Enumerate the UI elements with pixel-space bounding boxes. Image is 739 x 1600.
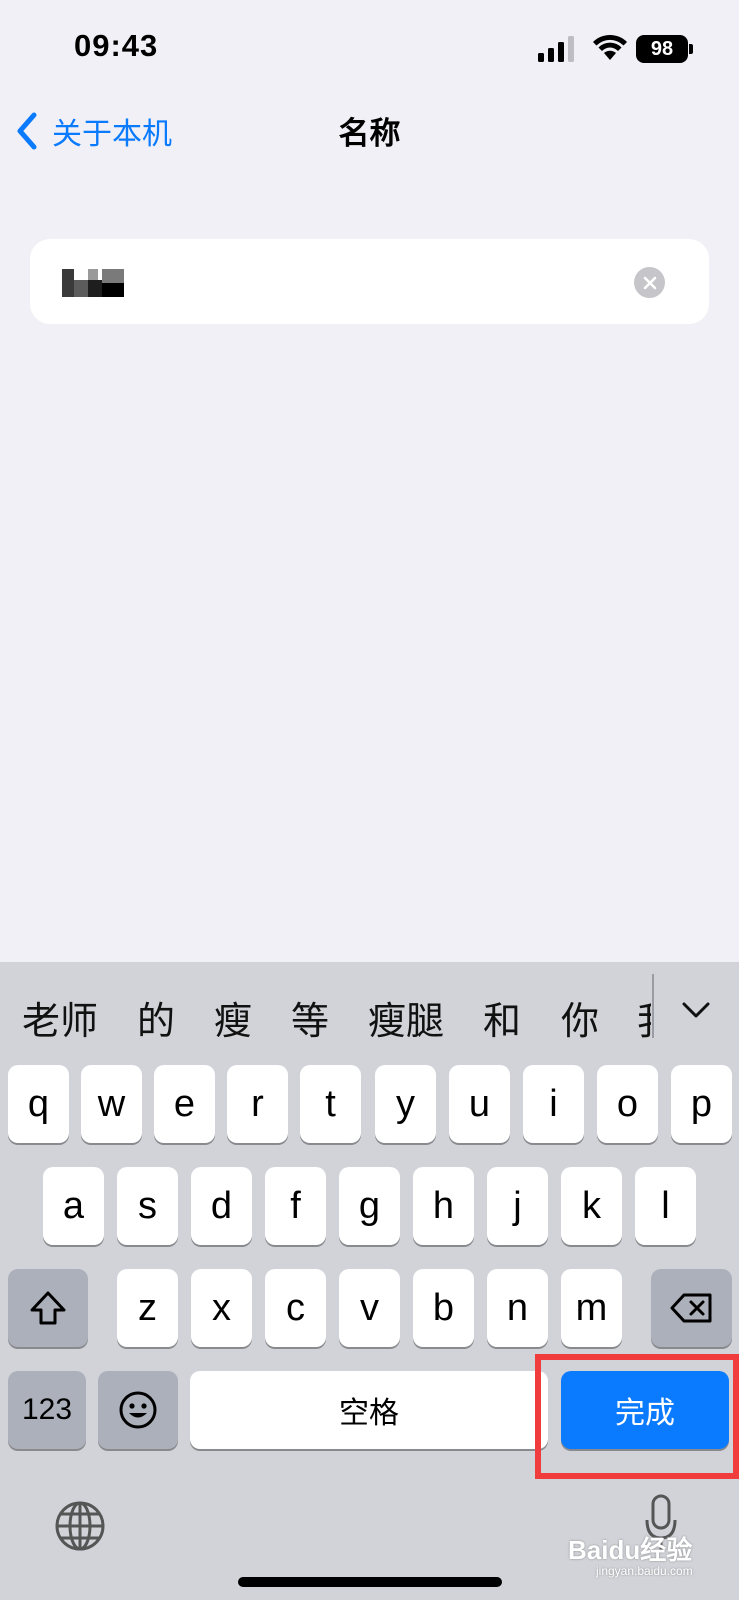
key-g[interactable]: g — [339, 1167, 400, 1245]
key-p[interactable]: p — [671, 1065, 732, 1143]
emoji-key[interactable] — [98, 1371, 178, 1449]
key-j[interactable]: j — [487, 1167, 548, 1245]
key-t[interactable]: t — [300, 1065, 361, 1143]
candidate-item[interactable]: 我 — [637, 990, 651, 1045]
key-c[interactable]: c — [265, 1269, 326, 1347]
key-v[interactable]: v — [339, 1269, 400, 1347]
candidate-item[interactable]: 和 — [483, 990, 521, 1045]
candidate-list: 老师 的 瘦 等 瘦腿 和 你 我 — [0, 962, 651, 1062]
shift-key[interactable] — [8, 1269, 88, 1347]
name-field[interactable] — [30, 239, 709, 324]
key-i[interactable]: i — [523, 1065, 584, 1143]
candidate-item[interactable]: 的 — [137, 990, 175, 1045]
wifi-icon — [593, 34, 627, 60]
numbers-key[interactable]: 123 — [8, 1371, 86, 1449]
home-indicator[interactable] — [238, 1577, 502, 1587]
redacted-name-value — [62, 269, 124, 297]
key-u[interactable]: u — [449, 1065, 510, 1143]
candidate-item[interactable]: 瘦 — [214, 990, 252, 1045]
clear-button[interactable] — [634, 267, 665, 298]
candidate-divider — [652, 974, 654, 1038]
delete-icon — [670, 1293, 711, 1323]
candidate-item[interactable]: 你 — [561, 990, 599, 1045]
globe-icon[interactable] — [54, 1500, 106, 1552]
cellular-signal-icon — [538, 36, 574, 62]
key-f[interactable]: f — [265, 1167, 326, 1245]
key-d[interactable]: d — [191, 1167, 252, 1245]
candidate-item[interactable]: 老师 — [22, 990, 98, 1045]
key-s[interactable]: s — [117, 1167, 178, 1245]
watermark-logo: Baidu经验 — [568, 1535, 693, 1565]
key-k[interactable]: k — [561, 1167, 622, 1245]
key-l[interactable]: l — [635, 1167, 696, 1245]
space-key[interactable]: 空格 — [190, 1371, 548, 1449]
key-y[interactable]: y — [375, 1065, 436, 1143]
delete-key[interactable] — [651, 1269, 732, 1347]
status-bar: 09:43 98 — [0, 0, 739, 96]
battery-level: 98 — [650, 37, 674, 60]
battery-icon: 98 — [636, 35, 688, 63]
chevron-down-icon[interactable] — [678, 992, 714, 1028]
key-m[interactable]: m — [561, 1269, 622, 1347]
candidate-item[interactable]: 等 — [291, 990, 329, 1045]
candidate-bar: 老师 的 瘦 等 瘦腿 和 你 我 — [0, 962, 739, 1062]
clear-icon — [643, 276, 656, 289]
watermark-url: jingyan.baidu.com — [596, 1564, 693, 1578]
key-b[interactable]: b — [413, 1269, 474, 1347]
emoji-icon — [119, 1391, 157, 1429]
page-title: 名称 — [338, 116, 401, 152]
key-x[interactable]: x — [191, 1269, 252, 1347]
candidate-item[interactable]: 瘦腿 — [368, 990, 444, 1045]
status-time: 09:43 — [74, 28, 159, 63]
key-w[interactable]: w — [81, 1065, 142, 1143]
key-z[interactable]: z — [117, 1269, 178, 1347]
key-n[interactable]: n — [487, 1269, 548, 1347]
key-a[interactable]: a — [43, 1167, 104, 1245]
battery-cap — [689, 44, 693, 54]
key-q[interactable]: q — [8, 1065, 69, 1143]
key-r[interactable]: r — [227, 1065, 288, 1143]
key-e[interactable]: e — [154, 1065, 215, 1143]
key-h[interactable]: h — [413, 1167, 474, 1245]
shift-icon — [30, 1291, 66, 1325]
highlight-box — [535, 1354, 739, 1479]
key-o[interactable]: o — [597, 1065, 658, 1143]
